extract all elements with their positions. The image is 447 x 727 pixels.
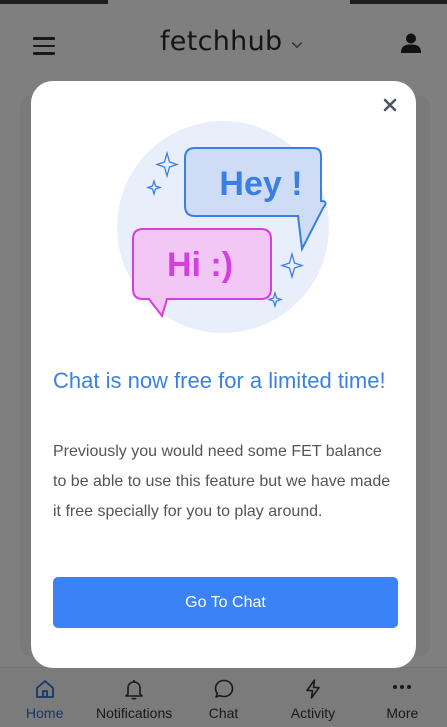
bubble-right-text: Hey ! xyxy=(219,165,302,203)
close-icon[interactable] xyxy=(380,95,400,115)
modal-title: Chat is now free for a limited time! xyxy=(53,368,386,393)
modal-description: Previously you would need some FET balan… xyxy=(53,443,391,520)
chat-illustration: Hey ! Hi :) xyxy=(117,121,329,333)
promo-modal: Hey ! Hi :) Chat is now free for a limit… xyxy=(31,81,416,668)
go-to-chat-button[interactable]: Go To Chat xyxy=(53,577,398,628)
bubble-left-text: Hi :) xyxy=(167,246,233,284)
